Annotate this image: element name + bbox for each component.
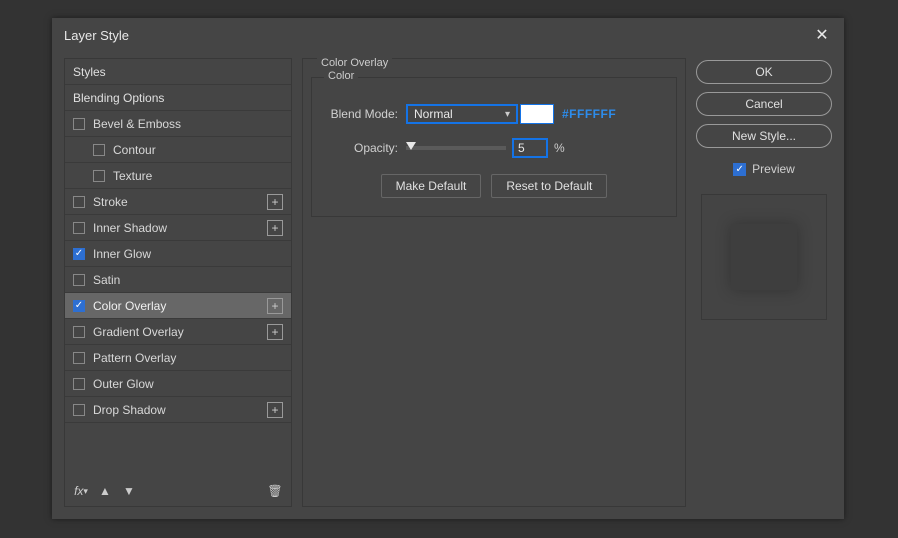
plus-icon[interactable]: + [267,194,283,210]
blend-mode-row: Blend Mode: Normal ▾ #FFFFFF [324,102,664,126]
sidebar-item-inner-glow[interactable]: Inner Glow [65,241,291,267]
plus-icon[interactable]: + [267,220,283,236]
sidebar-item-outer-glow[interactable]: Outer Glow [65,371,291,397]
plus-icon[interactable]: + [267,298,283,314]
dialog-title: Layer Style [64,28,812,43]
sidebar-item-stroke[interactable]: Stroke + [65,189,291,215]
checkbox-icon[interactable] [73,222,85,234]
opacity-label: Opacity: [324,141,406,155]
hex-display: #FFFFFF [562,107,616,121]
opacity-slider[interactable] [406,146,506,150]
sidebar-item-color-overlay[interactable]: Color Overlay + [65,293,291,319]
opacity-input[interactable] [512,138,548,158]
arrow-up-icon[interactable]: ▲ [97,483,113,499]
group-title: Color Overlay [317,57,392,69]
checkbox-icon[interactable] [733,163,746,176]
sidebar-header-blending[interactable]: Blending Options [65,85,291,111]
reset-default-button[interactable]: Reset to Default [491,174,607,198]
color-swatch[interactable] [520,104,554,124]
checkbox-icon[interactable] [73,300,85,312]
make-default-button[interactable]: Make Default [381,174,482,198]
preview-sample [731,224,797,290]
chevron-down-icon: ▾ [505,109,510,120]
styles-sidebar: Styles Blending Options Bevel & Emboss C… [64,58,292,507]
checkbox-icon[interactable] [73,404,85,416]
sidebar-item-texture[interactable]: Texture [65,163,291,189]
sidebar-footer: fx▾ ▲ ▼ 🗑 [65,476,291,506]
titlebar: Layer Style ✕ [52,18,844,52]
plus-icon[interactable]: + [267,324,283,340]
sidebar-item-pattern-overlay[interactable]: Pattern Overlay [65,345,291,371]
blend-mode-select[interactable]: Normal ▾ [406,104,518,124]
right-panel: OK Cancel New Style... Preview [696,58,832,507]
slider-knob-icon[interactable] [406,142,416,150]
sidebar-header-styles[interactable]: Styles [65,59,291,85]
default-buttons-row: Make Default Reset to Default [324,174,664,198]
center-panel: Color Overlay Color Blend Mode: Normal ▾… [302,58,686,507]
preview-box [701,194,827,320]
checkbox-icon[interactable] [93,144,105,156]
checkbox-icon[interactable] [73,196,85,208]
sidebar-item-bevel-emboss[interactable]: Bevel & Emboss [65,111,291,137]
checkbox-icon[interactable] [73,352,85,364]
preview-toggle[interactable]: Preview [696,162,832,176]
checkbox-icon[interactable] [73,118,85,130]
checkbox-icon[interactable] [73,274,85,286]
sidebar-item-drop-shadow[interactable]: Drop Shadow + [65,397,291,423]
checkbox-icon[interactable] [73,326,85,338]
sidebar-item-contour[interactable]: Contour [65,137,291,163]
cancel-button[interactable]: Cancel [696,92,832,116]
checkbox-icon[interactable] [93,170,105,182]
trash-icon[interactable]: 🗑 [267,483,283,499]
new-style-button[interactable]: New Style... [696,124,832,148]
opacity-row: Opacity: % [324,136,664,160]
layer-style-dialog: Layer Style ✕ Styles Blending Options Be… [52,18,844,519]
checkbox-icon[interactable] [73,378,85,390]
blend-mode-value: Normal [414,107,453,121]
opacity-unit: % [554,141,565,155]
preview-label: Preview [752,162,795,176]
checkbox-icon[interactable] [73,248,85,260]
ok-button[interactable]: OK [696,60,832,84]
plus-icon[interactable]: + [267,402,283,418]
close-icon[interactable]: ✕ [812,25,832,45]
sidebar-item-satin[interactable]: Satin [65,267,291,293]
sidebar-item-inner-shadow[interactable]: Inner Shadow + [65,215,291,241]
arrow-down-icon[interactable]: ▼ [121,483,137,499]
color-group: Color Blend Mode: Normal ▾ #FFFFFF Opaci… [311,77,677,217]
blend-mode-label: Blend Mode: [324,107,406,121]
fx-icon[interactable]: fx▾ [73,483,89,499]
sidebar-item-gradient-overlay[interactable]: Gradient Overlay + [65,319,291,345]
color-subtitle: Color [324,70,358,82]
